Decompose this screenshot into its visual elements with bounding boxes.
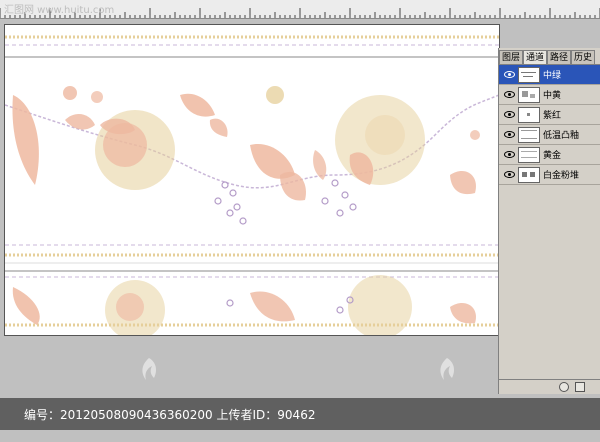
footer-bar: 编号：20120508090436360200 上传者ID：90462 xyxy=(0,398,600,430)
document-canvas[interactable] xyxy=(4,24,500,336)
eye-icon[interactable] xyxy=(503,130,515,140)
horizontal-ruler: 汇图网 www.huitu.com xyxy=(0,0,600,19)
tab-paths[interactable]: 路径 xyxy=(547,50,572,64)
channel-row[interactable]: 黄金 xyxy=(499,145,600,165)
channel-thumbnail xyxy=(518,86,540,103)
channel-row[interactable]: 低温凸釉 xyxy=(499,125,600,145)
eye-icon[interactable] xyxy=(503,110,515,120)
channel-thumbnail xyxy=(518,66,540,83)
tab-history[interactable]: 历史 xyxy=(571,50,596,64)
eye-icon[interactable] xyxy=(503,90,515,100)
channel-name: 黄金 xyxy=(543,151,562,161)
tab-channels[interactable]: 通道 xyxy=(523,50,548,64)
save-selection-button[interactable] xyxy=(575,382,585,392)
channel-thumbnail xyxy=(518,146,540,163)
channel-thumbnail xyxy=(518,106,540,123)
channel-row[interactable]: 紫红 xyxy=(499,105,600,125)
channel-name: 白金粉堆 xyxy=(543,171,580,181)
channel-thumbnail xyxy=(518,166,540,183)
channel-row[interactable]: 中黄 xyxy=(499,85,600,105)
channel-row[interactable]: 白金粉堆 xyxy=(499,165,600,185)
load-selection-button[interactable] xyxy=(559,382,569,392)
channels-palette: 图层 通道 路径 历史 中绿 中黄 紫红 低温凸釉 黄金 白金粉堆 xyxy=(498,48,600,394)
channel-name: 紫红 xyxy=(543,111,562,121)
eye-icon[interactable] xyxy=(503,150,515,160)
eye-icon[interactable] xyxy=(503,70,515,80)
channel-thumbnail xyxy=(518,126,540,143)
tab-layers[interactable]: 图层 xyxy=(499,50,524,64)
watermark-text: 汇图网 www.huitu.com xyxy=(4,5,115,16)
palette-tabs: 图层 通道 路径 历史 xyxy=(499,48,600,65)
eye-icon[interactable] xyxy=(503,170,515,180)
channel-list: 中绿 中黄 紫红 低温凸釉 黄金 白金粉堆 xyxy=(499,65,600,185)
channel-row[interactable]: 中绿 xyxy=(499,65,600,85)
image-id-text: 编号：20120508090436360200 上传者ID：90462 xyxy=(24,408,316,422)
channel-name: 中绿 xyxy=(543,71,562,81)
floral-border-artwork xyxy=(5,35,499,335)
channel-name: 中黄 xyxy=(543,91,562,101)
palette-footer xyxy=(499,379,600,394)
channel-name: 低温凸釉 xyxy=(543,131,580,141)
watermark-logo-icon xyxy=(440,358,455,380)
watermark-logo-icon xyxy=(142,358,157,380)
